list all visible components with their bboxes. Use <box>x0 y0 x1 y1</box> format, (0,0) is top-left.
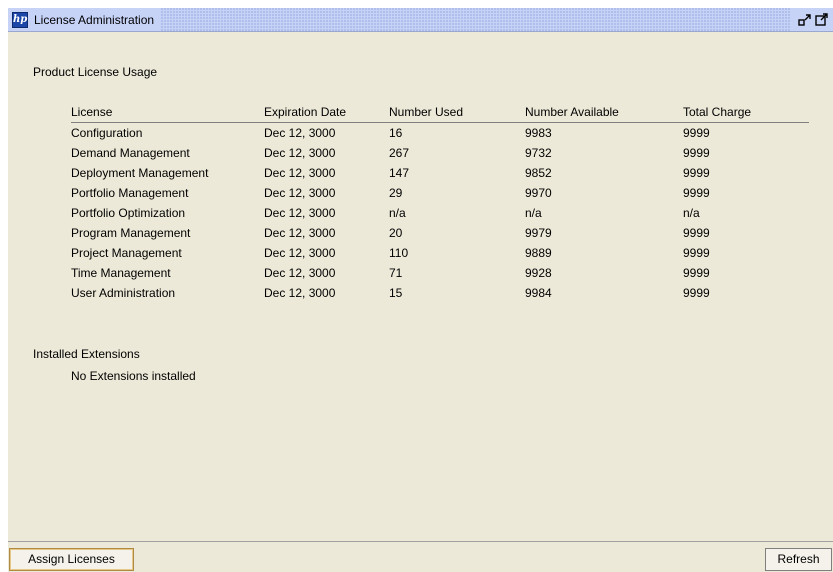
cell-total-charge: 9999 <box>683 166 710 180</box>
cell-number-available: 9928 <box>525 266 552 280</box>
cell-number-available: 9889 <box>525 246 552 260</box>
column-header-number-available: Number Available <box>525 105 619 119</box>
table-row: Program Management Dec 12, 3000 20 9979 … <box>71 224 809 244</box>
title-left: hp License Administration <box>8 8 161 31</box>
hp-logo-icon: hp <box>12 11 28 28</box>
cell-total-charge: 9999 <box>683 286 710 300</box>
no-extensions-message: No Extensions installed <box>71 369 196 383</box>
cell-license: Portfolio Optimization <box>71 206 186 220</box>
cell-expiration-date: Dec 12, 3000 <box>264 226 336 240</box>
cell-number-available: 9852 <box>525 166 552 180</box>
cell-license: Project Management <box>71 246 182 260</box>
cell-number-available: 9979 <box>525 226 552 240</box>
installed-extensions-title: Installed Extensions <box>33 347 140 361</box>
cell-number-used: 15 <box>389 286 403 300</box>
cell-license: Demand Management <box>71 146 190 160</box>
table-row: User Administration Dec 12, 3000 15 9984… <box>71 284 809 304</box>
cell-license: User Administration <box>71 286 176 300</box>
cell-number-used: 16 <box>389 126 403 140</box>
window-title: License Administration <box>34 12 155 27</box>
column-header-license: License <box>71 105 113 119</box>
column-header-number-used: Number Used <box>389 105 464 119</box>
cell-number-used: 20 <box>389 226 403 240</box>
cell-expiration-date: Dec 12, 3000 <box>264 186 336 200</box>
table-row: Portfolio Management Dec 12, 3000 29 997… <box>71 184 809 204</box>
table-header-row: License Expiration Date Number Used Numb… <box>71 103 809 123</box>
table-row: Portfolio Optimization Dec 12, 3000 n/a … <box>71 204 809 224</box>
column-header-total-charge: Total Charge <box>683 105 752 119</box>
cell-license: Configuration <box>71 126 143 140</box>
cell-expiration-date: Dec 12, 3000 <box>264 286 336 300</box>
assign-licenses-button[interactable]: Assign Licenses <box>9 548 134 571</box>
table-row: Configuration Dec 12, 3000 16 9983 9999 <box>71 124 809 144</box>
cell-total-charge: 9999 <box>683 146 710 160</box>
license-admin-window: hp License Administration Product Licens… <box>8 8 833 572</box>
restore-icon[interactable] <box>798 13 812 27</box>
cell-license: Portfolio Management <box>71 186 189 200</box>
refresh-button[interactable]: Refresh <box>765 548 832 571</box>
product-license-usage-title: Product License Usage <box>33 65 158 79</box>
cell-license: Time Management <box>71 266 171 280</box>
table-row: Demand Management Dec 12, 3000 267 9732 … <box>71 144 809 164</box>
cell-total-charge: 9999 <box>683 266 710 280</box>
license-table: License Expiration Date Number Used Numb… <box>71 103 809 304</box>
column-header-expiration-date: Expiration Date <box>264 105 347 119</box>
cell-total-charge: 9999 <box>683 126 710 140</box>
cell-number-used: 147 <box>389 166 410 180</box>
cell-expiration-date: Dec 12, 3000 <box>264 166 336 180</box>
bottom-divider <box>8 541 833 542</box>
cell-number-available: 9983 <box>525 126 552 140</box>
table-row: Project Management Dec 12, 3000 110 9889… <box>71 244 809 264</box>
title-bar[interactable]: hp License Administration <box>8 8 833 32</box>
cell-total-charge: 9999 <box>683 226 710 240</box>
cell-number-available: 9970 <box>525 186 552 200</box>
window-controls <box>791 8 833 31</box>
cell-license: Program Management <box>71 226 191 240</box>
cell-expiration-date: Dec 12, 3000 <box>264 126 336 140</box>
cell-number-available: n/a <box>525 206 542 220</box>
table-row: Time Management Dec 12, 3000 71 9928 999… <box>71 264 809 284</box>
cell-expiration-date: Dec 12, 3000 <box>264 266 336 280</box>
maximize-icon[interactable] <box>815 12 829 27</box>
cell-number-used: n/a <box>389 206 406 220</box>
cell-number-used: 110 <box>389 246 409 260</box>
cell-license: Deployment Management <box>71 166 209 180</box>
cell-total-charge: 9999 <box>683 246 710 260</box>
cell-expiration-date: Dec 12, 3000 <box>264 246 336 260</box>
cell-total-charge: 9999 <box>683 186 710 200</box>
cell-expiration-date: Dec 12, 3000 <box>264 146 336 160</box>
cell-number-available: 9732 <box>525 146 552 160</box>
cell-expiration-date: Dec 12, 3000 <box>264 206 336 220</box>
cell-number-used: 267 <box>389 146 410 160</box>
cell-number-used: 29 <box>389 186 403 200</box>
cell-number-used: 71 <box>389 266 403 280</box>
cell-number-available: 9984 <box>525 286 552 300</box>
table-row: Deployment Management Dec 12, 3000 147 9… <box>71 164 809 184</box>
cell-total-charge: n/a <box>683 206 700 220</box>
